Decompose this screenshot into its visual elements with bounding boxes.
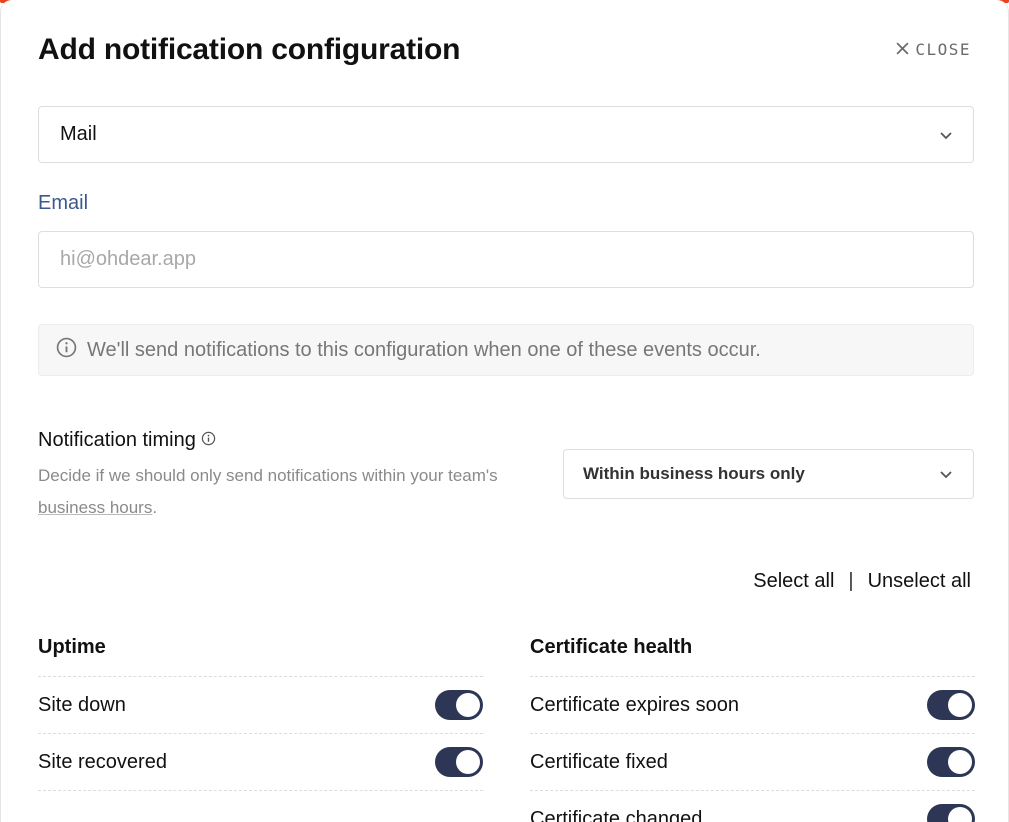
certificate-fixed-toggle[interactable]: [927, 747, 975, 777]
email-label: Email: [38, 192, 89, 214]
event-row-certificate-fixed: Certificate fixed: [530, 734, 975, 791]
notification-timing-title: Notification timing: [38, 429, 196, 451]
toggle-knob: [456, 750, 480, 774]
info-icon[interactable]: [201, 429, 216, 452]
site-down-toggle[interactable]: [435, 690, 483, 720]
chevron-down-icon: [939, 467, 953, 481]
certificate-expires-soon-toggle[interactable]: [927, 690, 975, 720]
channel-select-value: Mail: [60, 123, 97, 145]
bulk-separator: |: [848, 570, 854, 592]
info-text: We'll send notifications to this configu…: [87, 338, 761, 361]
event-label: Certificate changed: [530, 807, 703, 822]
certificate-health-group: Certificate health Certificate expires s…: [530, 636, 975, 822]
event-label: Site down: [38, 693, 126, 716]
channel-select[interactable]: Mail: [38, 106, 974, 163]
event-row-site-down: Site down: [38, 677, 483, 734]
business-hours-link[interactable]: business hours: [38, 498, 152, 517]
close-button[interactable]: CLOSE: [896, 40, 971, 59]
event-label: Certificate expires soon: [530, 693, 739, 716]
timing-description-text: Decide if we should only send notificati…: [38, 466, 498, 485]
close-icon: [896, 40, 909, 59]
unselect-all-button[interactable]: Unselect all: [868, 570, 971, 593]
certificate-group-title: Certificate health: [530, 636, 975, 677]
email-field[interactable]: [38, 231, 974, 288]
toggle-knob: [948, 693, 972, 717]
event-row-site-recovered: Site recovered: [38, 734, 483, 791]
toggle-knob: [948, 750, 972, 774]
info-notice: We'll send notifications to this configu…: [38, 324, 974, 376]
notification-timing-heading: Notification timing: [38, 429, 216, 452]
modal-title: Add notification configuration: [38, 33, 461, 66]
notification-config-modal: Add notification configuration CLOSE Mai…: [0, 0, 1009, 822]
select-all-button[interactable]: Select all: [753, 570, 834, 593]
notification-timing-description: Decide if we should only send notificati…: [38, 460, 538, 524]
info-icon: [56, 337, 77, 364]
event-row-certificate-expires-soon: Certificate expires soon: [530, 677, 975, 734]
uptime-group-title: Uptime: [38, 636, 483, 677]
site-recovered-toggle[interactable]: [435, 747, 483, 777]
toggle-knob: [456, 693, 480, 717]
uptime-group: Uptime Site down Site recovered: [38, 636, 483, 791]
event-row-certificate-changed: Certificate changed: [530, 791, 975, 822]
event-label: Site recovered: [38, 750, 167, 773]
bulk-selection: Select all | Unselect all: [753, 570, 971, 593]
toggle-knob: [948, 807, 972, 822]
certificate-changed-toggle[interactable]: [927, 804, 975, 822]
chevron-down-icon: [939, 128, 953, 142]
timing-select-value: Within business hours only: [583, 464, 805, 483]
close-label: CLOSE: [915, 40, 971, 59]
timing-select[interactable]: Within business hours only: [563, 449, 974, 499]
timing-description-suffix: .: [152, 498, 158, 517]
event-label: Certificate fixed: [530, 750, 668, 773]
